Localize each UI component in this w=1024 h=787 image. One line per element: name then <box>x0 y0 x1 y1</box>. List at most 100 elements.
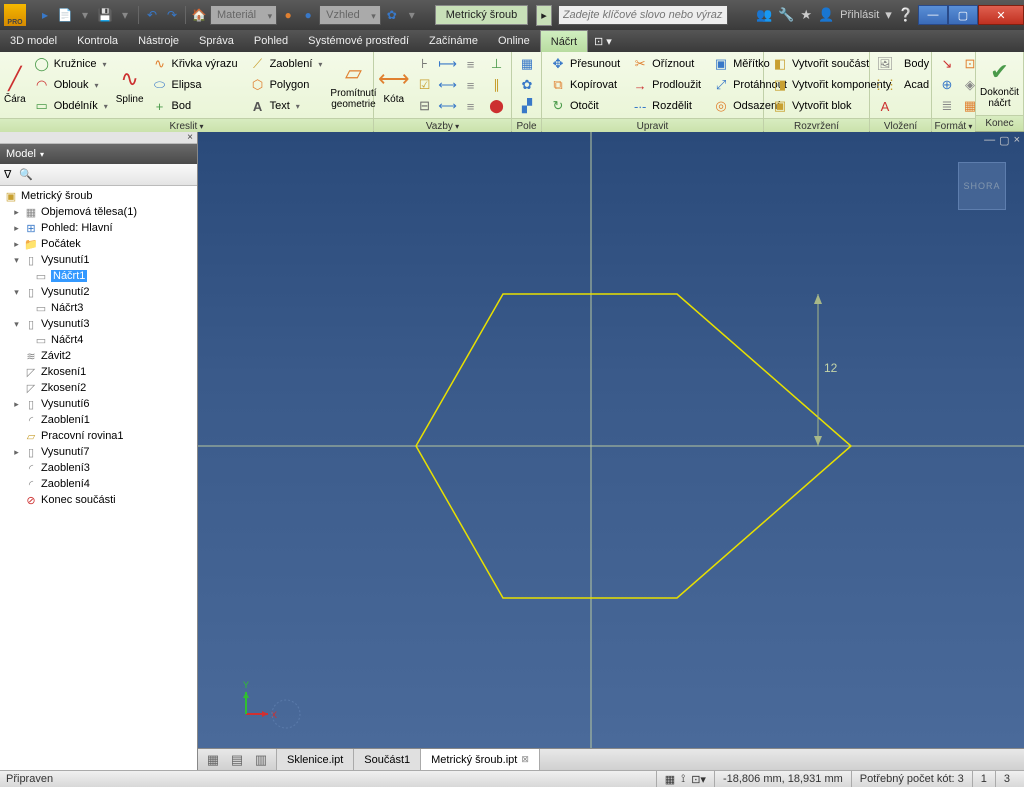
undo-icon[interactable]: ↶ <box>143 6 161 24</box>
acad-ico[interactable]: A <box>874 96 896 116</box>
c-set-icon[interactable]: ≡ <box>460 75 482 95</box>
dt-i3[interactable]: ▥ <box>250 750 272 770</box>
c-eq-icon[interactable]: ⟷ <box>437 75 459 95</box>
browser-header[interactable]: Model <box>0 144 197 164</box>
oblouk-button[interactable]: ◠Oblouk <box>30 75 112 95</box>
sb-i2[interactable]: ⟟ <box>681 773 685 786</box>
search-input[interactable] <box>558 5 728 25</box>
pts-icon[interactable]: ⋮⋮ <box>874 75 896 95</box>
canvas-min-icon[interactable]: — <box>984 134 995 147</box>
find-icon[interactable]: 🔍 <box>19 168 33 181</box>
open-icon[interactable]: ▸ <box>36 6 54 24</box>
pole-rect-icon[interactable]: ▦ <box>516 54 538 74</box>
obdelnik-button[interactable]: ▭Obdélník <box>30 96 112 116</box>
bod-button[interactable]: +Bod <box>148 96 242 116</box>
tab-sprava[interactable]: Správa <box>189 30 244 52</box>
doc-tab-close-icon[interactable]: ⊠ <box>521 754 529 765</box>
otocit-button[interactable]: ↻Otočit <box>546 96 624 116</box>
tab-pohled[interactable]: Pohled <box>244 30 298 52</box>
tree-konec[interactable]: ⊘Konec součásti <box>0 492 197 508</box>
c-tol-icon[interactable]: ⊟ <box>414 96 436 116</box>
tree-pocatek[interactable]: ▸📁Počátek <box>0 236 197 252</box>
tab-nastroje[interactable]: Nástroje <box>128 30 189 52</box>
tab-extra[interactable]: ⊡ ▾ <box>588 30 618 52</box>
pole-mirror-icon[interactable]: ▞ <box>516 96 538 116</box>
save-dd-icon[interactable]: ▾ <box>116 6 134 24</box>
presunout-button[interactable]: ✥Přesunout <box>546 54 624 74</box>
browser-close-icon[interactable]: × <box>0 132 197 144</box>
kopirovat-button[interactable]: ⧉Kopírovat <box>546 75 624 95</box>
tree-rov[interactable]: ▱Pracovní rovina1 <box>0 428 197 444</box>
tree-za3[interactable]: ◜Zaoblení3 <box>0 460 197 476</box>
key-icon[interactable]: 🔧 <box>778 7 794 23</box>
dokoncit-button[interactable]: ✔Dokončit náčrt <box>980 54 1019 113</box>
tab-kontrola[interactable]: Kontrola <box>67 30 128 52</box>
drawing-canvas[interactable]: SHORA 12 X Y <box>198 132 1024 748</box>
ball1-icon[interactable]: ● <box>279 6 297 24</box>
zaobleni-button[interactable]: ⟋Zaoblení <box>246 54 327 74</box>
tree-root[interactable]: ▣Metrický šroub <box>0 188 197 204</box>
users-icon[interactable]: 👥 <box>756 7 772 23</box>
canvas-close-icon[interactable]: × <box>1014 134 1020 147</box>
doc-tab-1[interactable]: Součást1 <box>354 749 421 770</box>
settings-icon[interactable]: ✿ <box>383 6 401 24</box>
c-dim-icon[interactable]: ⟼ <box>437 54 459 74</box>
sb-i1[interactable]: ▦ <box>665 773 675 786</box>
maximize-button[interactable]: ▢ <box>948 5 978 25</box>
star-icon[interactable]: ★ <box>800 7 812 23</box>
dt-i1[interactable]: ▦ <box>202 750 224 770</box>
tree-v6[interactable]: ▸▯Vysunutí6 <box>0 396 197 412</box>
c-horizontal-icon[interactable]: ⊦ <box>414 54 436 74</box>
signin-dd-icon[interactable]: ▾ <box>885 7 892 23</box>
c-hide-icon[interactable]: ≡ <box>460 96 482 116</box>
tab-zaciname[interactable]: Začínáme <box>419 30 488 52</box>
tree-v2[interactable]: ▾▯Vysunutí2 <box>0 284 197 300</box>
ball2-icon[interactable]: ● <box>299 6 317 24</box>
tab-3d-model[interactable]: 3D model <box>0 30 67 52</box>
v-perp-icon[interactable]: ⊥ <box>486 54 508 74</box>
document-title-next[interactable]: ▸ <box>536 5 552 26</box>
tree-za1[interactable]: ◜Zaoblení1 <box>0 412 197 428</box>
tab-online[interactable]: Online <box>488 30 540 52</box>
v-lock-icon[interactable]: ⬤ <box>486 96 508 116</box>
spline-button[interactable]: ∿Spline <box>116 54 144 116</box>
prodlouzit-button[interactable]: →Prodloužit <box>628 75 705 95</box>
tree-za4[interactable]: ◜Zaoblení4 <box>0 476 197 492</box>
img-icon[interactable]: 🖼 <box>874 54 896 74</box>
doc-tab-2[interactable]: Metrický šroub.ipt⊠ <box>421 749 540 770</box>
document-title-tab[interactable]: Metrický šroub <box>435 5 529 25</box>
dt-i2[interactable]: ▤ <box>226 750 248 770</box>
pole-circ-icon[interactable]: ✿ <box>516 75 538 95</box>
fmt3-icon[interactable]: ⊕ <box>936 75 958 95</box>
signin-link[interactable]: Přihlásit <box>840 9 879 21</box>
c-show-icon[interactable]: ≡ <box>460 54 482 74</box>
tree-v3[interactable]: ▾▯Vysunutí3 <box>0 316 197 332</box>
redo-icon[interactable]: ↷ <box>163 6 181 24</box>
fmt5-icon[interactable]: ≣ <box>936 96 958 116</box>
canvas-max-icon[interactable]: ▢ <box>999 134 1009 147</box>
body-button[interactable]: Body <box>900 54 933 74</box>
acad-button[interactable]: Acad <box>900 75 933 95</box>
tab-nacrt[interactable]: Náčrt <box>540 30 588 52</box>
tree-zk2[interactable]: ◸Zkosení2 <box>0 380 197 396</box>
tab-systemove[interactable]: Systémové prostředí <box>298 30 419 52</box>
polygon-button[interactable]: ⬡Polygon <box>246 75 327 95</box>
new-icon[interactable]: ▾ <box>76 6 94 24</box>
qat-dd-icon[interactable]: ▾ <box>403 6 421 24</box>
material-dropdown[interactable]: Materiál <box>210 5 277 25</box>
rozdelit-button[interactable]: -∙-Rozdělit <box>628 96 705 116</box>
kruznice-button[interactable]: ◯Kružnice <box>30 54 112 74</box>
cara-button[interactable]: ╱Čára <box>4 54 26 116</box>
sb-i3[interactable]: ⊡▾ <box>691 773 706 786</box>
filter-icon[interactable]: ∇ <box>4 168 11 181</box>
text-button[interactable]: AText <box>246 96 327 116</box>
tree-n1[interactable]: ▭Náčrt1 <box>0 268 197 284</box>
doc-tab-0[interactable]: Sklenice.ipt <box>277 749 354 770</box>
close-button[interactable]: ✕ <box>978 5 1024 25</box>
help-icon[interactable]: ❔ <box>898 7 914 23</box>
tree-zk1[interactable]: ◸Zkosení1 <box>0 364 197 380</box>
v-par-icon[interactable]: ∥ <box>486 75 508 95</box>
elipsa-button[interactable]: ⬭Elipsa <box>148 75 242 95</box>
person-icon[interactable]: 👤 <box>818 7 834 23</box>
appearance-dropdown[interactable]: Vzhled <box>319 5 381 25</box>
